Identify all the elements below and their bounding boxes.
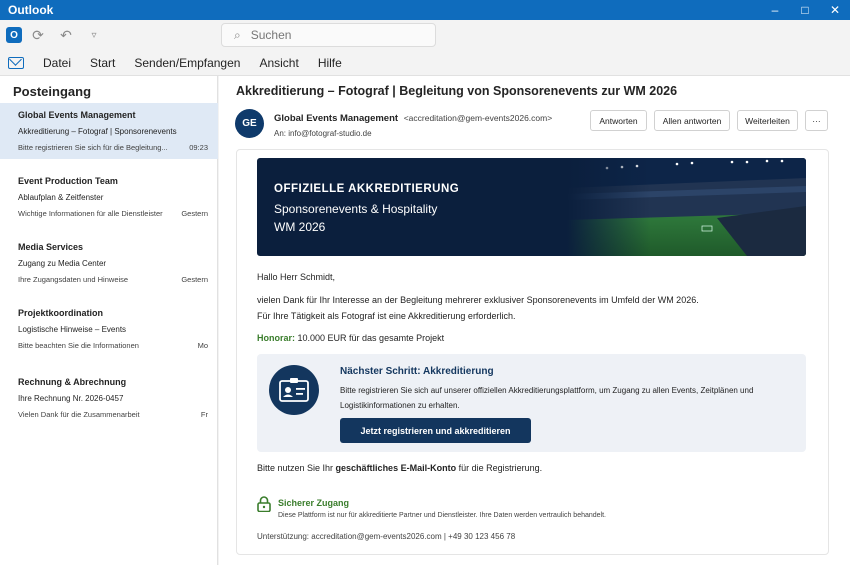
account-note-bold: geschäftliches E-Mail-Konto bbox=[335, 463, 457, 473]
account-note: Bitte nutzen Sie Ihr geschäftliches E-Ma… bbox=[257, 463, 542, 473]
sender-line: Global Events Management <accreditation@… bbox=[274, 113, 552, 124]
secure-access-text: Diese Plattform ist nur für akkreditiert… bbox=[278, 512, 606, 519]
message-subject: Zugang zu Media Center bbox=[18, 259, 107, 268]
undo-icon[interactable]: ↶ bbox=[54, 23, 78, 47]
honorar-value: 10.000 EUR für das gesamte Projekt bbox=[297, 333, 445, 343]
menu-bar: Datei Start Senden/Empfangen Ansicht Hil… bbox=[0, 50, 850, 76]
menu-datei[interactable]: Datei bbox=[43, 56, 71, 70]
customize-dropdown-icon[interactable]: ▿ bbox=[82, 23, 106, 47]
message-item[interactable]: Media Services Zugang zu Media Center Ih… bbox=[0, 235, 218, 291]
quick-access-toolbar: O ⟳ ↶ ▿ ⌕ Suchen bbox=[0, 20, 850, 50]
minimize-button[interactable]: – bbox=[760, 0, 790, 20]
message-list: Posteingang Global Events Management Akk… bbox=[0, 76, 218, 565]
close-button[interactable]: ✕ bbox=[820, 0, 850, 20]
message-sender: Rechnung & Abrechnung bbox=[18, 377, 127, 387]
message-time: Gestern bbox=[181, 209, 208, 218]
body-paragraph-1: vielen Dank für Ihr Interesse an der Beg… bbox=[257, 295, 699, 305]
register-button[interactable]: Jetzt registrieren und akkreditieren bbox=[340, 418, 531, 443]
avatar: GE bbox=[235, 109, 264, 138]
honorar-label: Honorar: bbox=[257, 333, 295, 343]
next-step-title: Nächster Schritt: Akkreditierung bbox=[340, 366, 494, 377]
message-item[interactable]: Event Production Team Ablaufplan & Zeitf… bbox=[0, 169, 218, 225]
search-icon: ⌕ bbox=[234, 27, 241, 42]
message-preview: Wichtige Informationen für alle Dienstle… bbox=[18, 209, 163, 218]
message-time: Mo bbox=[197, 341, 208, 350]
next-step-text: Bitte registrieren Sie sich auf unserer … bbox=[340, 386, 754, 410]
email-body: OFFIZIELLE AKKREDITIERUNG Sponsorenevent… bbox=[236, 149, 829, 555]
body-paragraph-2: Für Ihre Tätigkeit als Fotograf ist eine… bbox=[257, 311, 516, 321]
next-step-box: Nächster Schritt: Akkreditierung Bitte r… bbox=[257, 354, 806, 452]
id-badge-icon bbox=[269, 365, 319, 415]
reply-button[interactable]: Antworten bbox=[590, 110, 647, 131]
lock-icon bbox=[257, 496, 271, 512]
message-sender: Event Production Team bbox=[18, 176, 118, 186]
sync-icon[interactable]: ⟳ bbox=[26, 23, 50, 47]
title-bar: Outlook – □ ✕ bbox=[0, 0, 850, 20]
message-sender: Media Services bbox=[18, 242, 84, 252]
menu-start[interactable]: Start bbox=[90, 56, 115, 70]
header-banner: OFFIZIELLE AKKREDITIERUNG Sponsorenevent… bbox=[257, 158, 806, 256]
message-preview: Vielen Dank für die Zusammenarbeit bbox=[18, 410, 140, 419]
account-note-prefix: Bitte nutzen Sie Ihr bbox=[257, 463, 336, 473]
message-subject: Ihre Rechnung Nr. 2026-0457 bbox=[18, 394, 124, 403]
message-preview: Bitte beachten Sie die Informationen bbox=[18, 341, 139, 350]
banner-subtitle-year: WM 2026 bbox=[274, 220, 326, 234]
reply-all-button[interactable]: Allen antworten bbox=[654, 110, 730, 131]
maximize-button[interactable]: □ bbox=[790, 0, 820, 20]
message-item[interactable]: Projektkoordination Logistische Hinweise… bbox=[0, 301, 218, 357]
message-time: Gestern bbox=[181, 275, 208, 284]
greeting: Hallo Herr Schmidt, bbox=[257, 272, 336, 282]
outlook-logo-icon: O bbox=[6, 27, 22, 43]
forward-button[interactable]: Weiterleiten bbox=[737, 110, 798, 131]
menu-ansicht[interactable]: Ansicht bbox=[259, 56, 298, 70]
menu-senden-empfangen[interactable]: Senden/Empfangen bbox=[134, 56, 240, 70]
message-subject: Logistische Hinweise – Events bbox=[18, 325, 127, 334]
banner-subtitle: Sponsorenevents & Hospitality bbox=[274, 202, 438, 216]
message-time: 09:23 bbox=[189, 143, 208, 152]
message-preview: Ihre Zugangsdaten und Hinweise bbox=[18, 275, 129, 284]
message-subject: Ablaufplan & Zeitfenster bbox=[18, 193, 104, 202]
recipient-line: An: info@fotograf-studio.de bbox=[274, 129, 372, 138]
sender-address: <accreditation@gem-events2026.com> bbox=[403, 113, 553, 123]
message-item[interactable]: Global Events Management Akkreditierung … bbox=[0, 103, 218, 159]
support-contact: Unterstützung: accreditation@gem-events2… bbox=[257, 532, 516, 541]
reading-pane: Akkreditierung – Fotograf | Begleitung v… bbox=[219, 76, 850, 565]
more-actions-button[interactable]: ··· bbox=[805, 110, 828, 131]
folder-title: Posteingang bbox=[13, 84, 92, 99]
message-time: Fr bbox=[200, 410, 208, 419]
banner-title: OFFIZIELLE AKKREDITIERUNG bbox=[274, 183, 460, 195]
app-title: Outlook bbox=[8, 3, 54, 17]
secure-access-title: Sicherer Zugang bbox=[278, 498, 350, 508]
message-preview: Bitte registrieren Sie sich für die Begl… bbox=[18, 143, 168, 152]
search-placeholder: Suchen bbox=[250, 28, 292, 42]
account-note-suffix: für die Registrierung. bbox=[456, 463, 543, 473]
message-sender: Global Events Management bbox=[18, 110, 136, 120]
email-subject: Akkreditierung – Fotograf | Begleitung v… bbox=[236, 84, 678, 98]
message-item[interactable]: Rechnung & Abrechnung Ihre Rechnung Nr. … bbox=[0, 370, 218, 426]
stadium-image bbox=[567, 158, 806, 256]
menu-hilfe[interactable]: Hilfe bbox=[318, 56, 342, 70]
message-subject: Akkreditierung – Fotograf | Sponsoreneve… bbox=[18, 127, 177, 136]
search-box[interactable]: ⌕ Suchen bbox=[221, 23, 436, 47]
sender-name[interactable]: Global Events Management bbox=[274, 113, 398, 124]
honorar-line: Honorar: 10.000 EUR für das gesamte Proj… bbox=[257, 333, 444, 343]
message-sender: Projektkoordination bbox=[18, 308, 104, 318]
mail-icon[interactable] bbox=[8, 56, 24, 69]
